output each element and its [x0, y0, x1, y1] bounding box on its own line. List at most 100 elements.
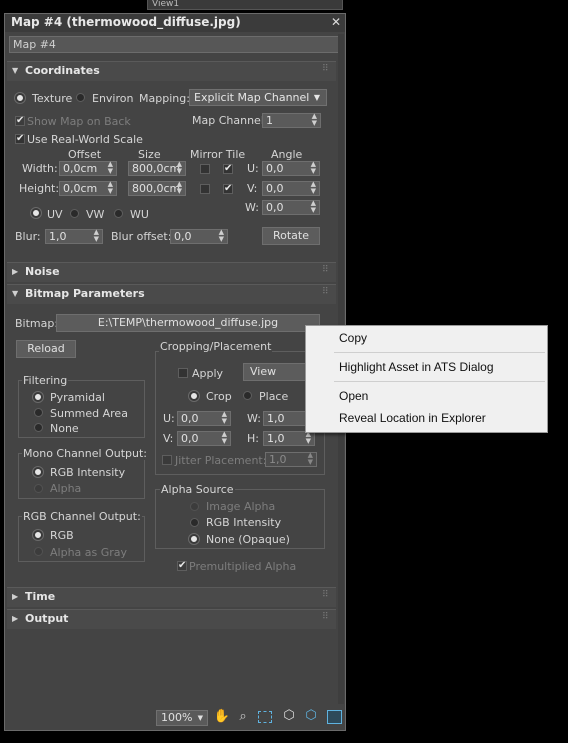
crop-v-spinner[interactable]: 0,0 ▲ ▼ [177, 431, 231, 446]
zoom-extents-cube-icon[interactable]: ⬡ [280, 708, 298, 723]
mono-output-title: Mono Channel Output: [22, 447, 148, 460]
summed-area-radio[interactable] [34, 408, 43, 417]
zoom-magnifier-icon[interactable]: ⌕ [234, 709, 252, 724]
filtering-title: Filtering [22, 374, 69, 387]
blur-spinner[interactable]: 1,0 ▲ ▼ [45, 229, 103, 244]
angle-w-spinner[interactable]: 0,0 ▲ ▼ [262, 200, 320, 215]
crop-w-value: 1,0 [267, 412, 285, 425]
pyramidal-label: Pyramidal [50, 391, 105, 404]
rgb-label: RGB [50, 529, 74, 542]
mirror-u-checkbox[interactable] [200, 164, 210, 174]
vw-label: VW [86, 208, 105, 221]
filter-none-radio[interactable] [34, 423, 43, 432]
time-rollout-header[interactable] [7, 587, 336, 607]
zoom-extents-selected-icon[interactable]: ⬡ [302, 708, 320, 723]
bitmap-label: Bitmap: [15, 317, 59, 330]
width-offset-spinner[interactable]: 0,0cm ▲ ▼ [59, 161, 117, 176]
show-map-on-back-label: Show Map on Back [27, 115, 131, 128]
real-world-scale-checkbox[interactable]: ✔ [15, 134, 25, 144]
jitter-spinner[interactable]: 1,0 ▲ ▼ [265, 452, 317, 467]
mono-rgb-intensity-radio[interactable] [33, 467, 43, 477]
mono-alpha-radio[interactable] [34, 484, 43, 493]
place-label: Place [259, 390, 289, 403]
width-offset-value: 0,0cm [63, 162, 98, 175]
expand-triangle-icon[interactable]: ▶ [12, 592, 18, 601]
wu-label: WU [130, 208, 149, 221]
vw-radio[interactable] [70, 209, 79, 218]
mirror-v-checkbox[interactable] [200, 184, 210, 194]
angle-u-spinner[interactable]: 0,0 ▲ ▼ [262, 161, 320, 176]
rollout-grip-icon: ⠿ [322, 64, 329, 74]
jitter-checkbox[interactable] [162, 455, 172, 465]
pyramidal-radio[interactable] [33, 392, 43, 402]
map-channel-value: 1 [266, 114, 273, 127]
angle-u-label: U: [247, 162, 259, 175]
tile-v-checkbox[interactable]: ✔ [223, 184, 233, 194]
crop-h-spinner[interactable]: 1,0 ▲ ▼ [263, 431, 315, 446]
crop-w-label: W: [247, 412, 261, 425]
height-size-spinner[interactable]: 800,0cm ▲ ▼ [128, 181, 186, 196]
blur-label: Blur: [15, 230, 41, 243]
window-title: Map #4 (thermowood_diffuse.jpg) [11, 15, 241, 29]
apply-checkbox[interactable] [178, 368, 188, 378]
rotate-button[interactable]: Rotate [262, 227, 320, 245]
chevron-down-icon: ▼ [197, 714, 203, 722]
map-channel-spinner[interactable]: 1 ▲ ▼ [262, 113, 321, 128]
none-opaque-radio[interactable] [189, 534, 199, 544]
texture-radio[interactable] [15, 93, 25, 103]
height-label: Height: [19, 182, 60, 195]
crop-u-value: 0,0 [181, 412, 199, 425]
width-size-spinner[interactable]: 800,0cm ▲ ▼ [128, 161, 186, 176]
mapping-dropdown[interactable]: Explicit Map Channel ▼ [189, 89, 327, 106]
collapse-triangle-icon[interactable]: ▼ [12, 66, 18, 75]
environ-label: Environ [92, 92, 134, 105]
map-name-field[interactable]: Map #4 [9, 36, 340, 53]
premultiplied-alpha-checkbox[interactable]: ✔ [177, 561, 187, 571]
crop-radio[interactable] [189, 391, 199, 401]
wu-radio[interactable] [114, 209, 123, 218]
environ-radio[interactable] [76, 93, 85, 102]
menu-separator [334, 352, 545, 353]
jitter-label: Jitter Placement: [175, 454, 267, 467]
reload-button[interactable]: Reload [16, 340, 76, 358]
alpha-as-gray-radio[interactable] [34, 547, 43, 556]
premultiplied-alpha-label: Premultiplied Alpha [189, 560, 297, 573]
view-image-button[interactable]: View Image [243, 363, 313, 381]
show-map-on-back-checkbox[interactable]: ✔ [15, 116, 25, 126]
alpha-rgb-intensity-label: RGB Intensity [206, 516, 282, 529]
mapping-label: Mapping: [139, 92, 190, 105]
menu-item-open[interactable]: Open [339, 389, 368, 403]
angle-header: Angle [271, 148, 303, 161]
height-offset-value: 0,0cm [63, 182, 98, 195]
rgb-radio[interactable] [33, 530, 43, 540]
height-offset-spinner[interactable]: 0,0cm ▲ ▼ [59, 181, 117, 196]
maximize-viewport-icon[interactable] [327, 710, 342, 724]
place-radio[interactable] [243, 391, 252, 400]
pan-hand-icon[interactable]: ✋ [213, 709, 231, 724]
real-world-scale-label: Use Real-World Scale [27, 133, 143, 146]
menu-item-copy[interactable]: Copy [339, 331, 367, 345]
menu-item-reveal-location[interactable]: Reveal Location in Explorer [339, 411, 486, 425]
tile-u-checkbox[interactable]: ✔ [223, 164, 233, 174]
menu-item-highlight-asset[interactable]: Highlight Asset in ATS Dialog [339, 360, 494, 374]
image-alpha-radio[interactable] [190, 502, 199, 511]
crop-label: Crop [206, 390, 232, 403]
collapse-triangle-icon[interactable]: ▼ [12, 289, 18, 298]
uv-radio[interactable] [31, 208, 41, 218]
blur-offset-spinner[interactable]: 0,0 ▲ ▼ [170, 229, 228, 244]
none-opaque-label: None (Opaque) [206, 533, 290, 546]
angle-v-spinner[interactable]: 0,0 ▲ ▼ [262, 181, 320, 196]
alpha-rgb-intensity-radio[interactable] [190, 518, 199, 527]
close-icon[interactable]: ✕ [331, 15, 341, 29]
crop-v-value: 0,0 [181, 432, 199, 445]
expand-triangle-icon[interactable]: ▶ [12, 267, 18, 276]
angle-w-label: W: [245, 201, 259, 214]
angle-v-label: V: [247, 182, 258, 195]
crop-h-label: H: [247, 432, 259, 445]
crop-u-spinner[interactable]: 0,0 ▲ ▼ [177, 411, 231, 426]
bitmap-path-button[interactable]: E:\TEMP\thermowood_diffuse.jpg [56, 314, 320, 332]
viewport-tab[interactable]: View1 [147, 0, 343, 10]
zoom-dropdown[interactable]: 100% ▼ [156, 710, 208, 726]
zoom-region-icon[interactable] [258, 711, 272, 723]
expand-triangle-icon[interactable]: ▶ [12, 614, 18, 623]
